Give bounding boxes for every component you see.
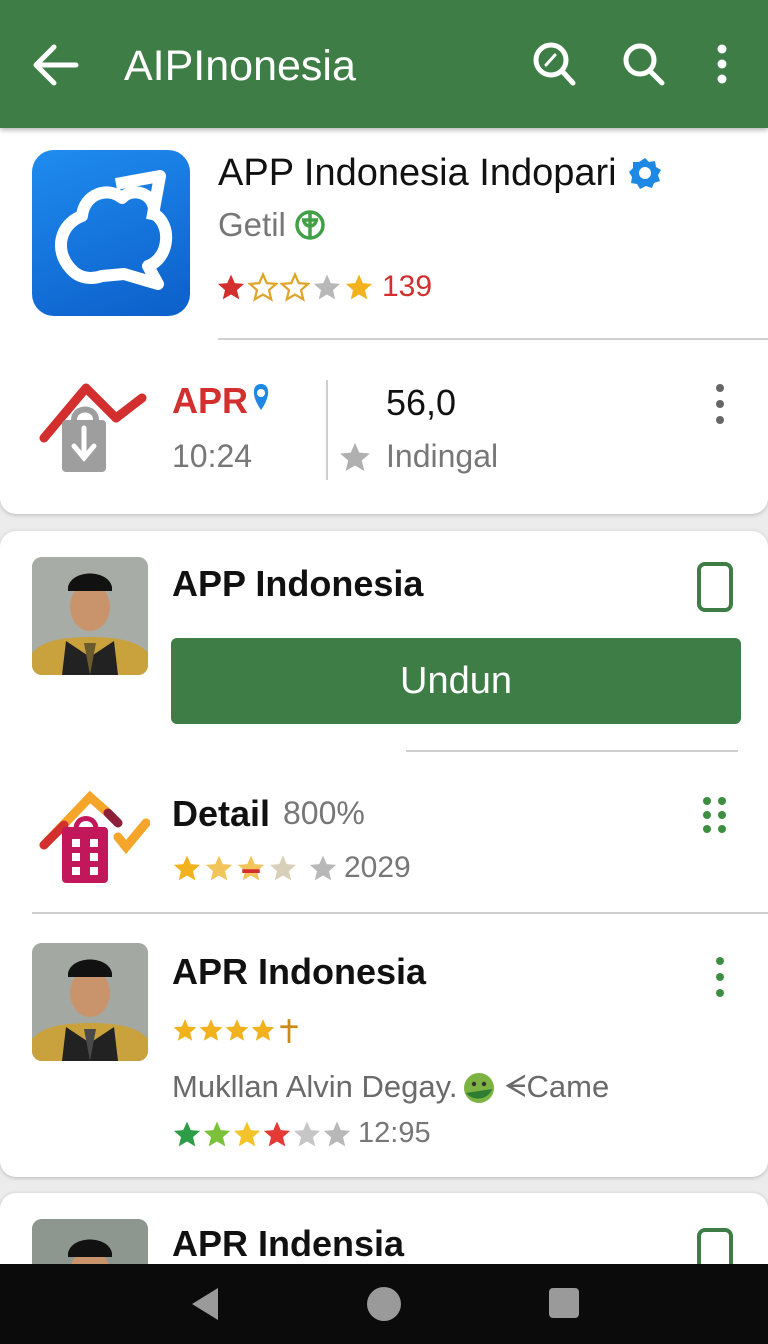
star-icon [251, 1019, 275, 1041]
nav-recents-icon[interactable] [548, 1286, 580, 1325]
nav-home-icon[interactable] [366, 1286, 402, 1327]
star-icon [263, 1121, 291, 1146]
star-icon [203, 1121, 231, 1146]
detail-rating-stars: 2029 [172, 851, 411, 885]
system-nav-bar [0, 1264, 768, 1344]
list-divider [406, 750, 738, 752]
star-icon [199, 1019, 223, 1041]
list-divider [32, 912, 768, 914]
house-lock-icon [38, 376, 150, 481]
star-icon [323, 1121, 351, 1146]
smile-badge-icon [462, 1071, 496, 1110]
star-icon [217, 274, 245, 300]
star-icon [173, 1121, 201, 1146]
item3-subtitle: Mukllan Alvin Degay. [172, 1069, 458, 1104]
star-icon [313, 274, 341, 300]
detail-title[interactable]: Detail [172, 793, 270, 835]
compass-search-icon[interactable] [530, 38, 578, 90]
star-icon [248, 272, 278, 302]
star-icon [293, 1121, 321, 1146]
developer-badge-icon [293, 208, 327, 247]
stat-value: 56,0 [386, 382, 457, 423]
building-home-icon [38, 789, 151, 890]
star-icon [237, 855, 265, 881]
star-icon [173, 855, 201, 881]
app-list-card: APP Indonesia Undun Detail 800% 2029 APR… [0, 531, 768, 1177]
item3-time: 12:95 [358, 1117, 431, 1149]
app-bar: AIPInonesia [0, 0, 768, 128]
star-icon [280, 1019, 298, 1043]
nav-back-icon[interactable] [188, 1286, 222, 1327]
list-item-title[interactable]: APR Indensia [172, 1223, 404, 1265]
stat-badge-icon [248, 382, 274, 417]
stat-time: 10:24 [172, 438, 253, 474]
download-button[interactable]: Undun [171, 638, 741, 724]
detail-percent: 800% [283, 795, 365, 831]
checkbox-icon[interactable] [696, 561, 734, 618]
star-icon [225, 1019, 249, 1041]
stat-vertical-divider [326, 380, 328, 480]
star-icon [345, 274, 373, 300]
avatar[interactable] [32, 943, 148, 1061]
stat-label: APR [172, 380, 249, 421]
list-item-title[interactable]: APP Indonesia [172, 563, 423, 605]
stat-caption: Indingal [386, 438, 499, 474]
more-vert-icon[interactable] [706, 955, 734, 1004]
search-icon[interactable] [620, 38, 668, 90]
stat-more-icon[interactable] [706, 382, 734, 431]
grid-dots-icon[interactable] [700, 795, 730, 840]
star-icon [233, 1121, 261, 1146]
star-icon [269, 855, 297, 881]
star-icon [173, 1019, 197, 1041]
developer-name[interactable]: Getil [218, 206, 286, 244]
list-item-title[interactable]: APR Indonesia [172, 951, 426, 993]
item3-rating-stars [172, 1015, 304, 1045]
avatar[interactable] [32, 557, 148, 675]
item3-sub-rating-stars: 12:95 [172, 1117, 431, 1150]
back-arrow-icon[interactable] [30, 42, 80, 88]
more-vert-icon[interactable] [700, 38, 744, 90]
star-icon [309, 855, 337, 881]
item3-tag: ᗕCame [504, 1069, 610, 1104]
featured-app-name: APP Indonesia Indopari [218, 152, 617, 194]
featured-divider [218, 338, 768, 340]
detail-rating-count: 2029 [344, 851, 411, 884]
app-bar-title: AIPInonesia [124, 42, 356, 90]
featured-rating-count: 139 [382, 270, 433, 303]
featured-rating-stars: 139 [216, 270, 432, 304]
star-icon [280, 272, 310, 302]
app-logo-icon[interactable] [32, 150, 190, 316]
verified-badge-icon [628, 156, 662, 195]
featured-app-card: APP Indonesia Indopari Getil 139 APR 10:… [0, 124, 768, 514]
star-icon [338, 440, 372, 479]
star-icon [205, 855, 233, 881]
